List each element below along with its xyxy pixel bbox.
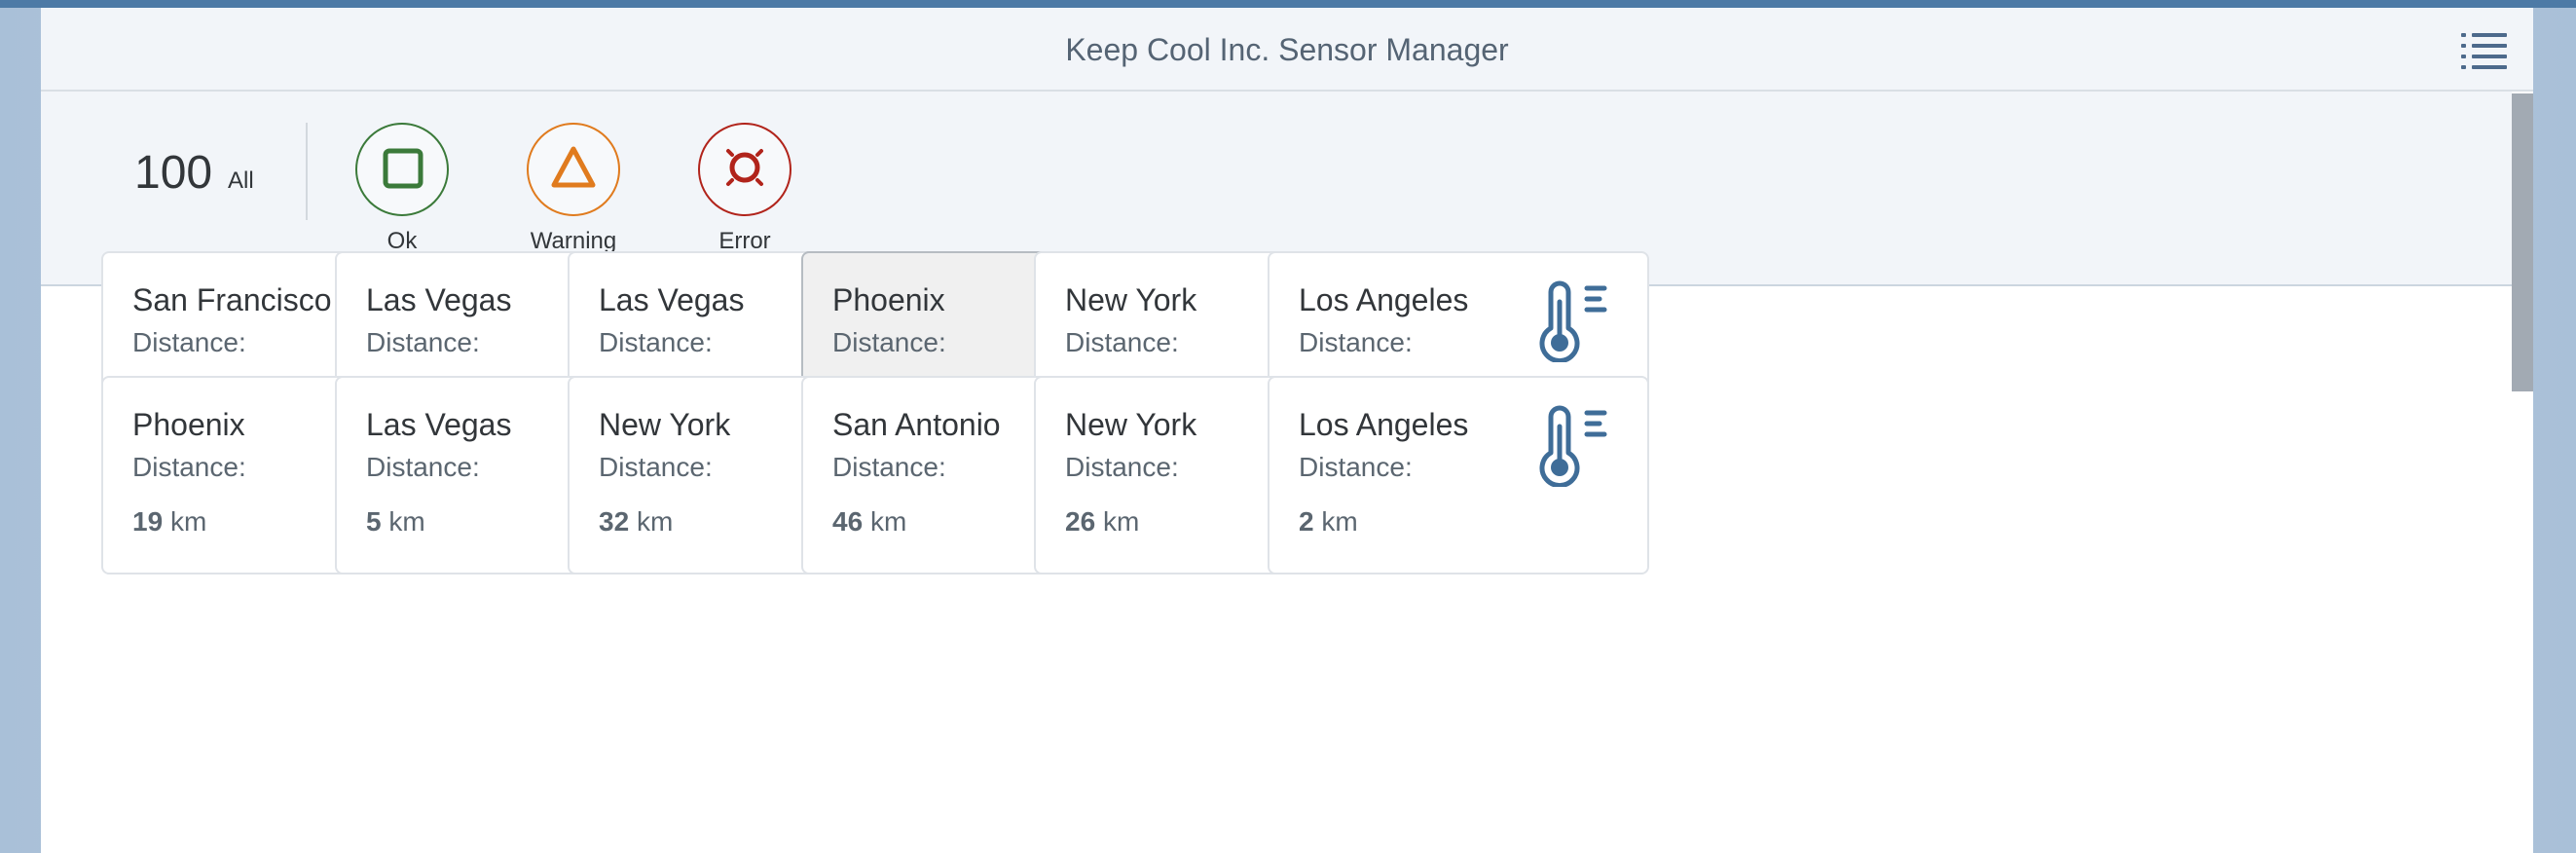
card-city: Las Vegas [366, 407, 512, 442]
card-distance-unit: km [169, 506, 207, 537]
card-distance-label: Distance: [366, 327, 480, 357]
card-distance-label: Distance: [132, 327, 246, 357]
card-city: New York [1065, 407, 1197, 442]
card-distance-label: Distance: [832, 327, 946, 357]
card-city: Phoenix [132, 407, 245, 442]
card-distance-value: 26 [1065, 506, 1096, 537]
card-distance-label: Distance: [599, 327, 713, 357]
alert-burst-icon [726, 149, 763, 186]
ok-circle [355, 123, 449, 216]
card-city: San Antonio [832, 407, 1001, 442]
card-distance-unit: km [1102, 506, 1140, 537]
triangle-icon [551, 146, 596, 188]
card-distance: 2 km [1299, 506, 1358, 538]
card-distance-unit: km [636, 506, 674, 537]
sensor-card[interactable]: Los Angeles Distance: 2 km [1268, 376, 1649, 575]
square-icon [383, 148, 423, 189]
card-distance-unit: km [1321, 506, 1358, 537]
card-distance: 19 km [132, 506, 206, 538]
card-distance: 5 km [366, 506, 425, 538]
card-distance-label: Distance: [1299, 452, 1413, 482]
card-distance-label: Distance: [1065, 452, 1179, 482]
card-distance: 46 km [832, 506, 906, 538]
tab-ok[interactable]: Ok [349, 123, 458, 269]
error-circle [698, 123, 791, 216]
list-icon [2461, 33, 2507, 69]
card-distance-value: 32 [599, 506, 630, 537]
card-city: San Francisco [132, 282, 332, 317]
card-distance-label: Distance: [366, 452, 480, 482]
card-distance-label: Distance: [599, 452, 713, 482]
menu-button[interactable] [2461, 29, 2508, 70]
card-distance-label: Distance: [132, 452, 246, 482]
card-city: Los Angeles [1299, 282, 1469, 317]
card-city: Las Vegas [366, 282, 512, 317]
card-distance-value: 2 [1299, 506, 1314, 537]
top-stripe [0, 0, 2576, 8]
card-city: New York [1065, 282, 1197, 317]
card-city: Las Vegas [599, 282, 745, 317]
card-distance-label: Distance: [1065, 327, 1179, 357]
card-distance-value: 19 [132, 506, 164, 537]
app-window: Keep Cool Inc. Sensor Manager 100 All Ok… [41, 8, 2533, 853]
card-distance-label: Distance: [832, 452, 946, 482]
card-distance-unit: km [869, 506, 907, 537]
shell-bar: Keep Cool Inc. Sensor Manager [41, 8, 2533, 92]
tab-separator [306, 123, 308, 220]
tab-all[interactable]: 100 All [134, 146, 267, 230]
warning-circle [527, 123, 620, 216]
tab-error[interactable]: Error [691, 123, 800, 269]
thermometer-icon [1539, 280, 1607, 362]
card-distance-value: 5 [366, 506, 382, 537]
scrollbar-thumb[interactable] [2512, 93, 2533, 391]
all-count: 100 [134, 147, 213, 199]
card-distance-value: 46 [832, 506, 864, 537]
card-distance: 26 km [1065, 506, 1139, 538]
card-distance-label: Distance: [1299, 327, 1413, 357]
card-city: Los Angeles [1299, 407, 1469, 442]
card-city: New York [599, 407, 731, 442]
app-title: Keep Cool Inc. Sensor Manager [1065, 32, 1509, 67]
thermometer-icon [1539, 405, 1607, 487]
card-distance-unit: km [388, 506, 425, 537]
card-distance: 32 km [599, 506, 673, 538]
tab-warning[interactable]: Warning [520, 123, 629, 269]
all-label: All [228, 167, 254, 194]
card-city: Phoenix [832, 282, 945, 317]
